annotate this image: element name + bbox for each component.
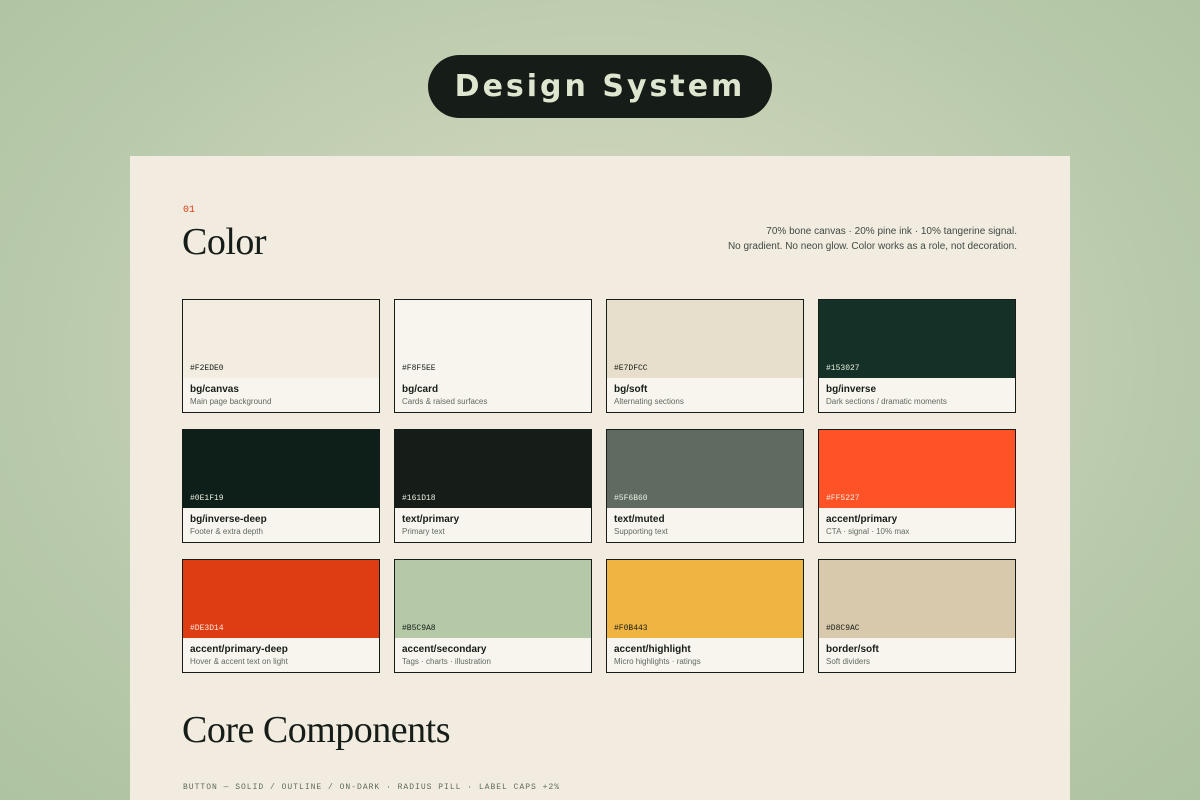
- color-chip: #153027: [819, 300, 1015, 378]
- color-swatch-card[interactable]: #F0B443 accent/highlight Micro highlights …: [606, 559, 804, 673]
- token-note: Main page background: [190, 397, 272, 406]
- color-chip: #D8C9AC: [819, 560, 1015, 638]
- token-name: accent/primary-deep: [190, 644, 288, 655]
- color-chip: #FF5227: [819, 430, 1015, 508]
- token-note: CTA · signal · 10% max: [826, 527, 910, 536]
- swatch-meta: bg/card Cards & raised surfaces: [395, 378, 591, 408]
- token-note: Footer & extra depth: [190, 527, 263, 536]
- token-name: bg/inverse-deep: [190, 514, 267, 525]
- color-swatch-card[interactable]: #DE3D14 accent/primary-deep Hover & accent…: [182, 559, 380, 673]
- design-system-title-pill: Design System: [428, 55, 772, 118]
- color-chip: #5F6B60: [607, 430, 803, 508]
- hex-code: #F0B443: [614, 624, 648, 633]
- swatch-meta: accent/primary-deep Hover & accent text o…: [183, 638, 379, 668]
- color-swatch-card[interactable]: #E7DFCC bg/soft Alternating sections: [606, 299, 804, 413]
- token-name: bg/canvas: [190, 384, 239, 395]
- hex-code: #B5C9A8: [402, 624, 436, 633]
- color-chip: #B5C9A8: [395, 560, 591, 638]
- token-name: border/soft: [826, 644, 879, 655]
- hex-code: #161D18: [402, 494, 436, 503]
- token-name: text/muted: [614, 514, 665, 525]
- swatch-meta: accent/secondary Tags · charts · illustra…: [395, 638, 591, 668]
- color-swatch-card[interactable]: #153027 bg/inverse Dark sections / dramati…: [818, 299, 1016, 413]
- color-swatch-card[interactable]: #B5C9A8 accent/secondary Tags · charts · i…: [394, 559, 592, 673]
- token-note: Soft dividers: [826, 657, 871, 666]
- hex-code: #5F6B60: [614, 494, 648, 503]
- hex-code: #E7DFCC: [614, 364, 648, 373]
- token-note: Tags · charts · illustration: [402, 657, 491, 666]
- description-line-1: 70% bone canvas · 20% pine ink · 10% tan…: [766, 226, 1017, 237]
- hex-code: #F8F5EE: [402, 364, 436, 373]
- core-components-subtitle: BUTTON — SOLID / OUTLINE / ON-DARK · RAD…: [183, 783, 561, 792]
- color-chip: #F2EDE0: [183, 300, 379, 378]
- swatch-meta: bg/soft Alternating sections: [607, 378, 803, 408]
- swatch-meta: accent/highlight Micro highlights · ratin…: [607, 638, 803, 668]
- token-note: Micro highlights · ratings: [614, 657, 701, 666]
- color-chip: #E7DFCC: [607, 300, 803, 378]
- hex-code: #D8C9AC: [826, 624, 860, 633]
- hex-code: #0E1F19: [190, 494, 224, 503]
- color-swatch-card[interactable]: #D8C9AC border/soft Soft dividers: [818, 559, 1016, 673]
- token-name: bg/soft: [614, 384, 648, 395]
- color-swatch-card[interactable]: #F2EDE0 bg/canvas Main page background: [182, 299, 380, 413]
- color-chip: #DE3D14: [183, 560, 379, 638]
- token-note: Dark sections / dramatic moments: [826, 397, 947, 406]
- color-swatch-card[interactable]: #5F6B60 text/muted Supporting text: [606, 429, 804, 543]
- token-note: Primary text: [402, 527, 445, 536]
- color-chip: #F0B443: [607, 560, 803, 638]
- token-note: Hover & accent text on light: [190, 657, 288, 666]
- design-sheet: 01 Color 70% bone canvas · 20% pine ink …: [130, 156, 1070, 800]
- token-note: Cards & raised surfaces: [402, 397, 488, 406]
- color-chip: #F8F5EE: [395, 300, 591, 378]
- color-section-description: 70% bone canvas · 20% pine ink · 10% tan…: [728, 224, 1017, 254]
- description-line-2: No gradient. No neon glow. Color works a…: [727, 241, 1017, 252]
- color-chip: #161D18: [395, 430, 591, 508]
- color-swatch-card[interactable]: #F8F5EE bg/card Cards & raised surfaces: [394, 299, 592, 413]
- color-swatch-card[interactable]: #FF5227 accent/primary CTA · signal · 10% …: [818, 429, 1016, 543]
- token-name: bg/card: [402, 384, 439, 395]
- hex-code: #FF5227: [826, 494, 860, 503]
- swatch-meta: bg/canvas Main page background: [183, 378, 379, 408]
- token-name: accent/primary: [826, 514, 898, 525]
- color-swatch-card[interactable]: #161D18 text/primary Primary text: [394, 429, 592, 543]
- core-components-title: Core Components: [182, 709, 450, 751]
- color-chip: #0E1F19: [183, 430, 379, 508]
- swatch-meta: bg/inverse Dark sections / dramatic momen…: [819, 378, 1015, 408]
- color-section-title: Color: [182, 221, 267, 263]
- hex-code: #DE3D14: [190, 624, 224, 633]
- swatch-meta: text/primary Primary text: [395, 508, 591, 538]
- color-swatch-card[interactable]: #0E1F19 bg/inverse-deep Footer & extra dep…: [182, 429, 380, 543]
- swatch-meta: accent/primary CTA · signal · 10% max: [819, 508, 1015, 538]
- swatch-grid: #F2EDE0 bg/canvas Main page background #F8F…: [182, 299, 1016, 673]
- section-number: 01: [183, 205, 196, 216]
- token-name: accent/secondary: [402, 644, 487, 655]
- token-note: Alternating sections: [614, 397, 684, 406]
- hex-code: #F2EDE0: [190, 364, 224, 373]
- swatch-meta: bg/inverse-deep Footer & extra depth: [183, 508, 379, 538]
- token-note: Supporting text: [614, 527, 668, 536]
- hex-code: #153027: [826, 364, 860, 373]
- token-name: text/primary: [402, 514, 460, 525]
- token-name: bg/inverse: [826, 384, 877, 395]
- page-title: Design System: [454, 69, 746, 104]
- swatch-meta: text/muted Supporting text: [607, 508, 803, 538]
- swatch-meta: border/soft Soft dividers: [819, 638, 1015, 668]
- token-name: accent/highlight: [614, 644, 691, 655]
